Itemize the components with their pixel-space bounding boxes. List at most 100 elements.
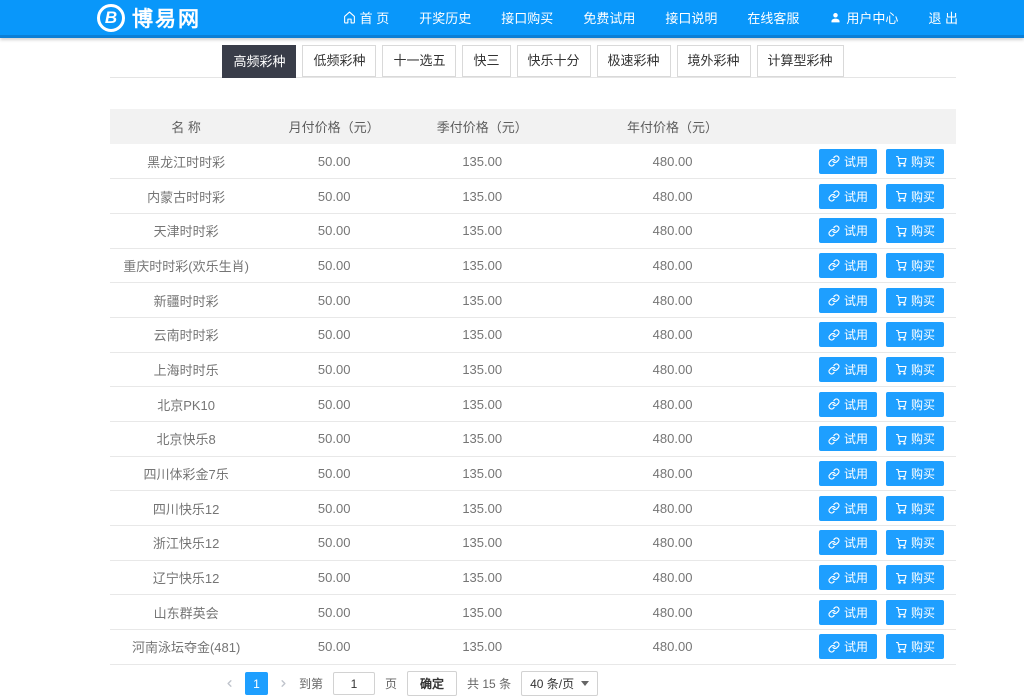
nav-item-online-service[interactable]: 在线客服: [747, 8, 799, 27]
tab-kl10[interactable]: 快乐十分: [517, 45, 591, 77]
confirm-button[interactable]: 确定: [407, 671, 457, 696]
buy-button[interactable]: 购买: [886, 600, 944, 625]
tab-overseas[interactable]: 境外彩种: [677, 45, 751, 77]
row-actions: 试用购买: [787, 283, 956, 318]
chevron-down-icon: [581, 681, 589, 686]
chevron-right-icon[interactable]: [278, 678, 289, 689]
lottery-name: 北京PK10: [110, 387, 262, 422]
nav-item-api-buy[interactable]: 接口购买: [501, 8, 553, 27]
lottery-name: 上海时时乐: [110, 352, 262, 387]
buy-button[interactable]: 购买: [886, 357, 944, 382]
buy-button[interactable]: 购买: [886, 288, 944, 313]
buy-button[interactable]: 购买: [886, 426, 944, 451]
monthly-price: 50.00: [262, 213, 406, 248]
buy-button[interactable]: 购买: [886, 565, 944, 590]
nav-item-user-center[interactable]: 用户中心: [829, 8, 898, 27]
trial-button[interactable]: 试用: [819, 496, 877, 521]
tab-high-freq[interactable]: 高频彩种: [222, 45, 296, 78]
trial-button[interactable]: 试用: [819, 288, 877, 313]
quarterly-price: 135.00: [406, 630, 558, 665]
yearly-price: 480.00: [558, 179, 786, 214]
link-icon: [828, 468, 840, 480]
buy-button-label: 购买: [911, 569, 935, 586]
buy-button[interactable]: 购买: [886, 184, 944, 209]
monthly-price: 50.00: [262, 387, 406, 422]
quarterly-price: 135.00: [406, 491, 558, 526]
nav-item-free-trial[interactable]: 免费试用: [583, 8, 635, 27]
tab-kuai3[interactable]: 快三: [462, 45, 510, 77]
buy-button[interactable]: 购买: [886, 634, 944, 659]
buy-button-label: 购买: [911, 361, 935, 378]
lottery-name: 重庆时时彩(欢乐生肖): [110, 248, 262, 283]
link-icon: [828, 537, 840, 549]
trial-button-label: 试用: [844, 326, 868, 343]
trial-button[interactable]: 试用: [819, 461, 877, 486]
cart-icon: [895, 468, 907, 480]
tab-computed[interactable]: 计算型彩种: [757, 45, 844, 77]
buy-button[interactable]: 购买: [886, 530, 944, 555]
row-actions: 试用 购买: [787, 144, 956, 179]
tab-speed[interactable]: 极速彩种: [597, 45, 671, 77]
trial-button[interactable]: 试用: [819, 149, 877, 174]
link-icon: [828, 329, 840, 341]
quarterly-price: 135.00: [406, 283, 558, 318]
table-row: 上海时时乐50.00135.00480.00试用购买: [110, 352, 956, 387]
trial-button[interactable]: 试用: [819, 218, 877, 243]
buy-button[interactable]: 购买: [886, 392, 944, 417]
row-actions: 试用购买: [787, 248, 956, 283]
nav-item-api-docs[interactable]: 接口说明: [665, 8, 717, 27]
trial-button[interactable]: 试用: [819, 530, 877, 555]
lottery-name: 四川快乐12: [110, 491, 262, 526]
chevron-left-icon[interactable]: [224, 678, 235, 689]
trial-button-label: 试用: [844, 396, 868, 413]
nav-item-logout[interactable]: 退 出: [928, 8, 958, 27]
nav-item-label: 接口说明: [665, 8, 717, 27]
trial-button[interactable]: 试用: [819, 600, 877, 625]
cart-icon: [895, 606, 907, 618]
yearly-price: 480.00: [558, 491, 786, 526]
page-number-current[interactable]: 1: [245, 672, 268, 695]
quarterly-price: 135.00: [406, 422, 558, 457]
buy-button[interactable]: 购买: [886, 496, 944, 521]
quarterly-price: 135.00: [406, 144, 558, 179]
trial-button[interactable]: 试用: [819, 253, 877, 278]
row-actions: 试用 购买: [787, 387, 956, 422]
monthly-price: 50.00: [262, 526, 406, 561]
trial-button[interactable]: 试用: [819, 392, 877, 417]
yearly-price: 480.00: [558, 248, 786, 283]
trial-button[interactable]: 试用: [819, 426, 877, 451]
column-header-monthly: 月付价格（元）: [262, 109, 406, 144]
link-icon: [828, 641, 840, 653]
goto-page-input[interactable]: [333, 672, 375, 695]
monthly-price: 50.00: [262, 352, 406, 387]
user-icon: [829, 11, 842, 24]
nav-item-label: 用户中心: [846, 8, 898, 27]
buy-button-label: 购买: [911, 396, 935, 413]
trial-button[interactable]: 试用: [819, 634, 877, 659]
buy-button[interactable]: 购买: [886, 253, 944, 278]
buy-button-label: 购买: [911, 153, 935, 170]
cart-icon: [895, 502, 907, 514]
trial-button[interactable]: 试用: [819, 322, 877, 347]
logo[interactable]: B 博易网: [97, 3, 201, 33]
buy-button[interactable]: 购买: [886, 218, 944, 243]
tab-11-5[interactable]: 十一选五: [382, 45, 456, 77]
trial-button-label: 试用: [844, 430, 868, 447]
cart-icon: [895, 259, 907, 271]
logo-text: 博易网: [132, 3, 201, 33]
buy-button[interactable]: 购买: [886, 149, 944, 174]
goto-page-label: 到第: [299, 675, 323, 692]
tab-low-freq[interactable]: 低频彩种: [302, 45, 376, 77]
trial-button[interactable]: 试用: [819, 184, 877, 209]
table-row: 浙江快乐1250.00135.00480.00试用购买: [110, 526, 956, 561]
trial-button[interactable]: 试用: [819, 565, 877, 590]
trial-button[interactable]: 试用: [819, 357, 877, 382]
buy-button[interactable]: 购买: [886, 461, 944, 486]
yearly-price: 480.00: [558, 352, 786, 387]
page-size-select[interactable]: 40 条/页: [521, 671, 598, 696]
nav-item-lottery-history[interactable]: 开奖历史: [419, 8, 471, 27]
nav-item-home[interactable]: 首 页: [343, 8, 390, 27]
trial-button-label: 试用: [844, 569, 868, 586]
home-icon: [343, 11, 356, 24]
buy-button[interactable]: 购买: [886, 322, 944, 347]
